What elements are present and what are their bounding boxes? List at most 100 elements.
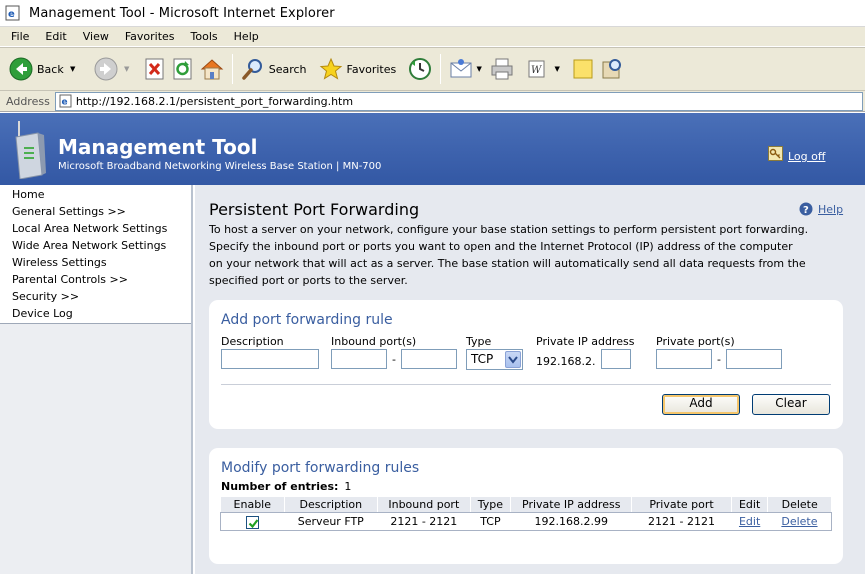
intro-text: To host a server on your network, config…: [209, 223, 809, 287]
home-button[interactable]: [197, 51, 227, 87]
table-header-row: Enable Description Inbound port Type Pri…: [221, 497, 831, 513]
search-button[interactable]: Search: [238, 51, 310, 87]
address-bar: Address e http://192.168.2.1/persistent_…: [0, 91, 865, 112]
toolbar-separator: [440, 54, 442, 84]
search-icon: [241, 59, 262, 80]
sidebar-item-wireless-settings[interactable]: Wireless Settings: [0, 255, 191, 272]
private-ip-last-octet-input[interactable]: [601, 349, 631, 369]
forward-dropdown-icon[interactable]: ▼: [122, 65, 132, 73]
key-icon: [768, 145, 783, 161]
delete-cell: Delete: [767, 512, 831, 530]
private-port-end-input[interactable]: [726, 349, 782, 369]
column-header-delete: Delete: [767, 497, 831, 513]
checkmark-icon: [248, 518, 259, 528]
page-icon: e: [59, 94, 72, 108]
private-ports-label: Private port(s): [656, 335, 735, 348]
private-dash: -: [717, 353, 721, 366]
sidebar-item-device-log[interactable]: Device Log: [0, 306, 191, 323]
mail-button[interactable]: ▼: [446, 51, 487, 87]
window-titlebar: e Management Tool - Microsoft Internet E…: [0, 0, 865, 27]
inbound-ports-label: Inbound port(s): [331, 335, 417, 348]
sidebar-nav: Home General Settings >> Local Area Netw…: [0, 185, 191, 324]
sidebar-item-parental-controls[interactable]: Parental Controls >>: [0, 272, 191, 289]
menu-view[interactable]: View: [76, 30, 116, 43]
sidebar-item-general-settings[interactable]: General Settings >>: [0, 204, 191, 221]
window-title: Management Tool - Microsoft Internet Exp…: [29, 5, 335, 21]
type-select[interactable]: TCP: [466, 349, 523, 370]
forward-arrow-icon: [94, 57, 118, 81]
back-dropdown-icon[interactable]: ▼: [68, 65, 78, 73]
column-header-type: Type: [470, 497, 512, 513]
type-label: Type: [466, 335, 492, 348]
back-arrow-icon: [9, 57, 33, 81]
ip-prefix: 192.168.2.: [536, 355, 596, 368]
header-banner: Management Tool Microsoft Broadband Netw…: [0, 113, 865, 185]
favorites-button[interactable]: Favorites: [316, 51, 400, 87]
main-content: Persistent Port Forwarding ? Help To hos…: [195, 185, 865, 574]
menu-edit[interactable]: Edit: [38, 30, 73, 43]
column-header-private-ip: Private IP address: [510, 497, 633, 513]
delete-link[interactable]: Delete: [781, 515, 817, 528]
chevron-down-icon[interactable]: [505, 351, 521, 368]
svg-text:e: e: [8, 9, 15, 20]
type-select-value: TCP: [471, 352, 494, 366]
entries-label: Number of entries:: [221, 480, 339, 493]
column-header-inbound-port: Inbound port: [377, 497, 471, 513]
modify-rules-panel: Modify port forwarding rules Number of e…: [209, 448, 843, 564]
sidebar-item-lan-settings[interactable]: Local Area Network Settings: [0, 221, 191, 238]
inbound-port-end-input[interactable]: [401, 349, 457, 369]
edit-button[interactable]: W ▼: [523, 51, 565, 87]
menu-file[interactable]: File: [4, 30, 36, 43]
menu-bar: File Edit View Favorites Tools Help: [0, 27, 865, 47]
logoff-link-group[interactable]: Log off: [768, 143, 825, 163]
sidebar-filler: [0, 324, 191, 574]
add-button[interactable]: Add: [662, 394, 740, 415]
mail-dropdown-icon[interactable]: ▼: [474, 65, 484, 73]
stop-icon: [145, 58, 164, 80]
svg-text:e: e: [61, 98, 67, 108]
table-row: Serveur FTP 2121 - 2121 TCP 192.168.2.99…: [220, 512, 832, 531]
description-label: Description: [221, 335, 284, 348]
print-button[interactable]: [487, 51, 517, 87]
history-icon: [409, 58, 432, 80]
edit-dropdown-icon[interactable]: ▼: [552, 65, 562, 73]
sidebar-item-home[interactable]: Home: [0, 187, 191, 204]
inbound-port-start-input[interactable]: [331, 349, 387, 369]
rule-inbound-port: 2121 - 2121: [377, 512, 471, 530]
private-ip-label: Private IP address: [536, 335, 635, 348]
back-button[interactable]: Back ▼: [6, 51, 81, 87]
discuss-button[interactable]: [569, 51, 597, 87]
column-header-edit: Edit: [731, 497, 769, 513]
menu-help[interactable]: Help: [227, 30, 266, 43]
history-button[interactable]: [405, 51, 435, 87]
sidebar-item-security[interactable]: Security >>: [0, 289, 191, 306]
entries-count-value: 1: [344, 480, 352, 493]
edit-link[interactable]: Edit: [739, 515, 760, 528]
clear-button[interactable]: Clear: [752, 394, 830, 415]
enable-checkbox[interactable]: [246, 515, 260, 529]
address-url: http://192.168.2.1/persistent_port_forwa…: [75, 94, 354, 108]
sidebar-item-wan-settings[interactable]: Wide Area Network Settings: [0, 238, 191, 255]
favorites-label: Favorites: [346, 62, 397, 76]
rule-type: TCP: [470, 512, 511, 530]
search-label: Search: [268, 62, 307, 76]
address-input[interactable]: e http://192.168.2.1/persistent_port_for…: [54, 91, 863, 111]
router-icon: [15, 121, 46, 179]
help-link-group[interactable]: ? Help: [799, 202, 843, 216]
description-input[interactable]: [221, 349, 319, 369]
rules-table: Enable Description Inbound port Type Pri…: [220, 497, 832, 531]
private-port-start-input[interactable]: [656, 349, 712, 369]
browser-toolbar: Back ▼ ▼ Search Favorites ▼ W ▼: [0, 47, 865, 91]
logoff-link[interactable]: Log off: [788, 150, 825, 163]
refresh-button[interactable]: [169, 51, 197, 87]
menu-tools[interactable]: Tools: [184, 30, 225, 43]
help-link[interactable]: Help: [818, 203, 843, 216]
forward-button[interactable]: ▼: [91, 51, 135, 87]
menu-favorites[interactable]: Favorites: [118, 30, 182, 43]
research-button[interactable]: [597, 51, 627, 87]
word-edit-icon: W: [528, 60, 545, 78]
svg-text:W: W: [531, 65, 542, 76]
help-icon: ?: [799, 202, 813, 216]
back-label: Back: [37, 62, 64, 76]
stop-button[interactable]: [141, 51, 169, 87]
